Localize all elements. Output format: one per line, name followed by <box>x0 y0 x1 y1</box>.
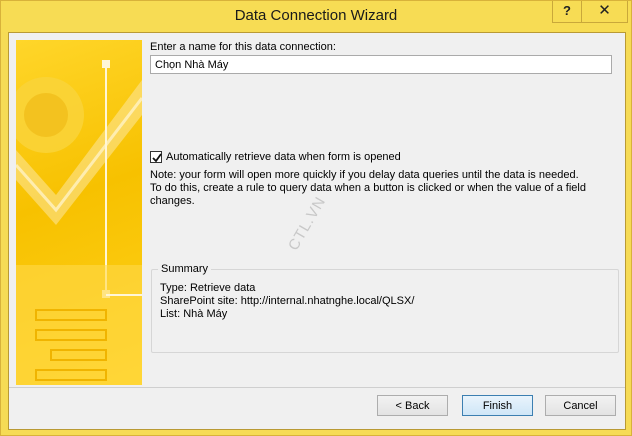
connection-name-label: Enter a name for this data connection: <box>150 41 336 53</box>
auto-retrieve-label: Automatically retrieve data when form is… <box>166 151 401 163</box>
title-bar: Data Connection Wizard ? ✕ <box>1 1 631 32</box>
window-title: Data Connection Wizard <box>234 7 398 24</box>
help-button[interactable]: ? <box>552 1 582 23</box>
note-line: To do this, create a rule to query data … <box>150 182 586 194</box>
note-line: changes. <box>150 195 195 207</box>
close-button[interactable]: ✕ <box>581 1 628 23</box>
footer-separator <box>9 387 625 388</box>
summary-type: Type: Retrieve data <box>160 282 256 294</box>
banner-artwork <box>16 60 142 385</box>
wizard-window: Data Connection Wizard ? ✕ Enter a name … <box>0 0 632 436</box>
checkmark-icon <box>152 153 162 163</box>
summary-site: SharePoint site: http://internal.nhatngh… <box>160 295 415 307</box>
performance-note: Note: your form will open more quickly i… <box>150 169 618 208</box>
summary-details: Type: Retrieve data SharePoint site: htt… <box>160 282 414 321</box>
auto-retrieve-checkbox[interactable] <box>150 151 162 163</box>
summary-group: Summary Type: Retrieve data SharePoint s… <box>151 263 619 353</box>
summary-list: List: Nhà Máy <box>160 308 228 320</box>
connection-name-input[interactable]: Chọn Nhà Máy <box>150 55 612 74</box>
note-line: Note: your form will open more quickly i… <box>150 169 579 181</box>
wizard-banner-graphic <box>16 40 142 385</box>
cancel-button[interactable]: Cancel <box>545 395 616 416</box>
back-button[interactable]: < Back <box>377 395 448 416</box>
wizard-client-area: Enter a name for this data connection: C… <box>8 32 626 430</box>
summary-title: Summary <box>158 263 212 275</box>
finish-button[interactable]: Finish <box>462 395 533 416</box>
